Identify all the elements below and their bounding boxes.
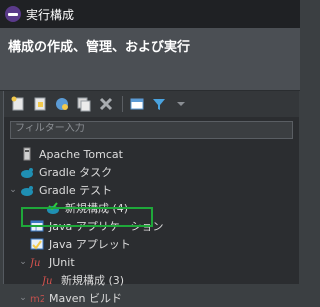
tree-item-label: 新規構成 (3) bbox=[61, 274, 125, 287]
tree-item-new-config-3[interactable]: Ju 新規構成 (3) bbox=[42, 271, 124, 289]
configuration-panel: Apache Tomcat Gradle タスク ⌄ Gradle テスト 新規… bbox=[3, 91, 299, 305]
highlight-box bbox=[21, 207, 153, 227]
chevron-down-icon[interactable]: ⌄ bbox=[18, 257, 28, 267]
view-menu-icon[interactable] bbox=[173, 96, 189, 112]
filter-field[interactable] bbox=[10, 121, 293, 139]
window-title: 実行構成 bbox=[26, 7, 75, 22]
chevron-down-icon[interactable]: ⌄ bbox=[18, 293, 28, 303]
tree-item-gradle-task[interactable]: Gradle タスク bbox=[20, 163, 112, 181]
scrollbar[interactable] bbox=[296, 117, 299, 284]
header-title: 構成の作成、管理、および実行 bbox=[8, 40, 191, 55]
tomcat-icon bbox=[20, 147, 34, 161]
duplicate-icon[interactable] bbox=[76, 96, 92, 112]
new-prototype-icon[interactable] bbox=[32, 96, 48, 112]
svg-text:Ju: Ju bbox=[42, 276, 52, 287]
configuration-toolbar bbox=[4, 91, 299, 117]
tree-item-label: Java アプレット bbox=[49, 238, 131, 251]
tree-item-label: Maven ビルド bbox=[49, 292, 122, 305]
svg-text:Ju: Ju bbox=[30, 258, 40, 269]
eclipse-icon bbox=[5, 6, 21, 22]
tree-item-java-applet[interactable]: Java アプレット bbox=[30, 235, 131, 253]
filter-icon[interactable] bbox=[151, 96, 167, 112]
tree-item-gradle-test[interactable]: ⌄ Gradle テスト bbox=[8, 181, 112, 199]
filter-input[interactable] bbox=[15, 123, 288, 134]
svg-text:m2: m2 bbox=[30, 294, 44, 305]
collapse-all-icon[interactable] bbox=[129, 96, 145, 112]
gradle-icon bbox=[20, 165, 34, 179]
gradle-icon bbox=[20, 183, 34, 197]
tree-item-apache-tomcat[interactable]: Apache Tomcat bbox=[20, 145, 123, 163]
export-icon[interactable] bbox=[54, 96, 70, 112]
tree-item-maven-build[interactable]: ⌄ m2 Maven ビルド bbox=[18, 289, 122, 307]
new-configuration-icon[interactable] bbox=[10, 96, 26, 112]
delete-icon[interactable] bbox=[98, 96, 114, 112]
tree-item-label: Gradle タスク bbox=[39, 166, 113, 179]
dialog-header: 構成の作成、管理、および実行 bbox=[0, 28, 300, 90]
tree-item-label: JUnit bbox=[49, 255, 75, 269]
toolbar-separator bbox=[122, 96, 123, 112]
junit-config-icon: Ju bbox=[42, 273, 56, 287]
junit-icon: Ju bbox=[30, 255, 44, 269]
tree-item-label: Gradle テスト bbox=[39, 184, 113, 197]
title-bar: 実行構成 bbox=[0, 0, 300, 28]
java-applet-icon bbox=[30, 237, 44, 251]
chevron-down-icon[interactable]: ⌄ bbox=[8, 185, 18, 195]
tree-item-junit[interactable]: ⌄ Ju JUnit bbox=[18, 253, 75, 271]
tree-item-label: Apache Tomcat bbox=[39, 147, 123, 161]
maven-icon: m2 bbox=[30, 291, 44, 305]
